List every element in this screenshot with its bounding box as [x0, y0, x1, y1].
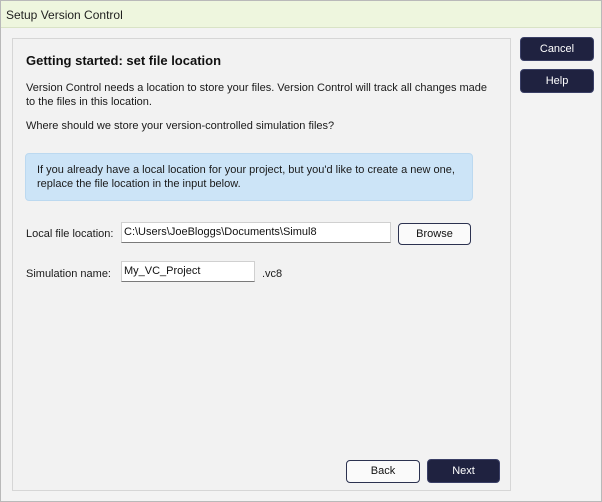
simulation-name-label: Simulation name:: [26, 268, 111, 280]
wizard-panel: Getting started: set file location Versi…: [12, 38, 511, 491]
info-box: If you already have a local location for…: [25, 153, 473, 201]
location-label: Local file location:: [26, 228, 114, 240]
simulation-name-input[interactable]: My_VC_Project: [121, 261, 255, 282]
cancel-button[interactable]: Cancel: [520, 37, 594, 61]
browse-button[interactable]: Browse: [398, 223, 471, 245]
description-text: Version Control needs a location to stor…: [26, 82, 488, 108]
back-button[interactable]: Back: [346, 460, 420, 483]
help-button[interactable]: Help: [520, 69, 594, 93]
setup-version-control-dialog: Setup Version Control Getting started: s…: [0, 0, 602, 502]
page-heading: Getting started: set file location: [26, 53, 222, 68]
next-button[interactable]: Next: [427, 459, 500, 483]
title-bar: Setup Version Control: [1, 1, 601, 28]
question-text: Where should we store your version-contr…: [26, 120, 335, 132]
location-input[interactable]: C:\Users\JoeBloggs\Documents\Simul8: [121, 222, 391, 243]
file-extension: .vc8: [262, 268, 283, 280]
info-text: If you already have a local location for…: [37, 164, 455, 190]
window-title: Setup Version Control: [6, 8, 123, 22]
